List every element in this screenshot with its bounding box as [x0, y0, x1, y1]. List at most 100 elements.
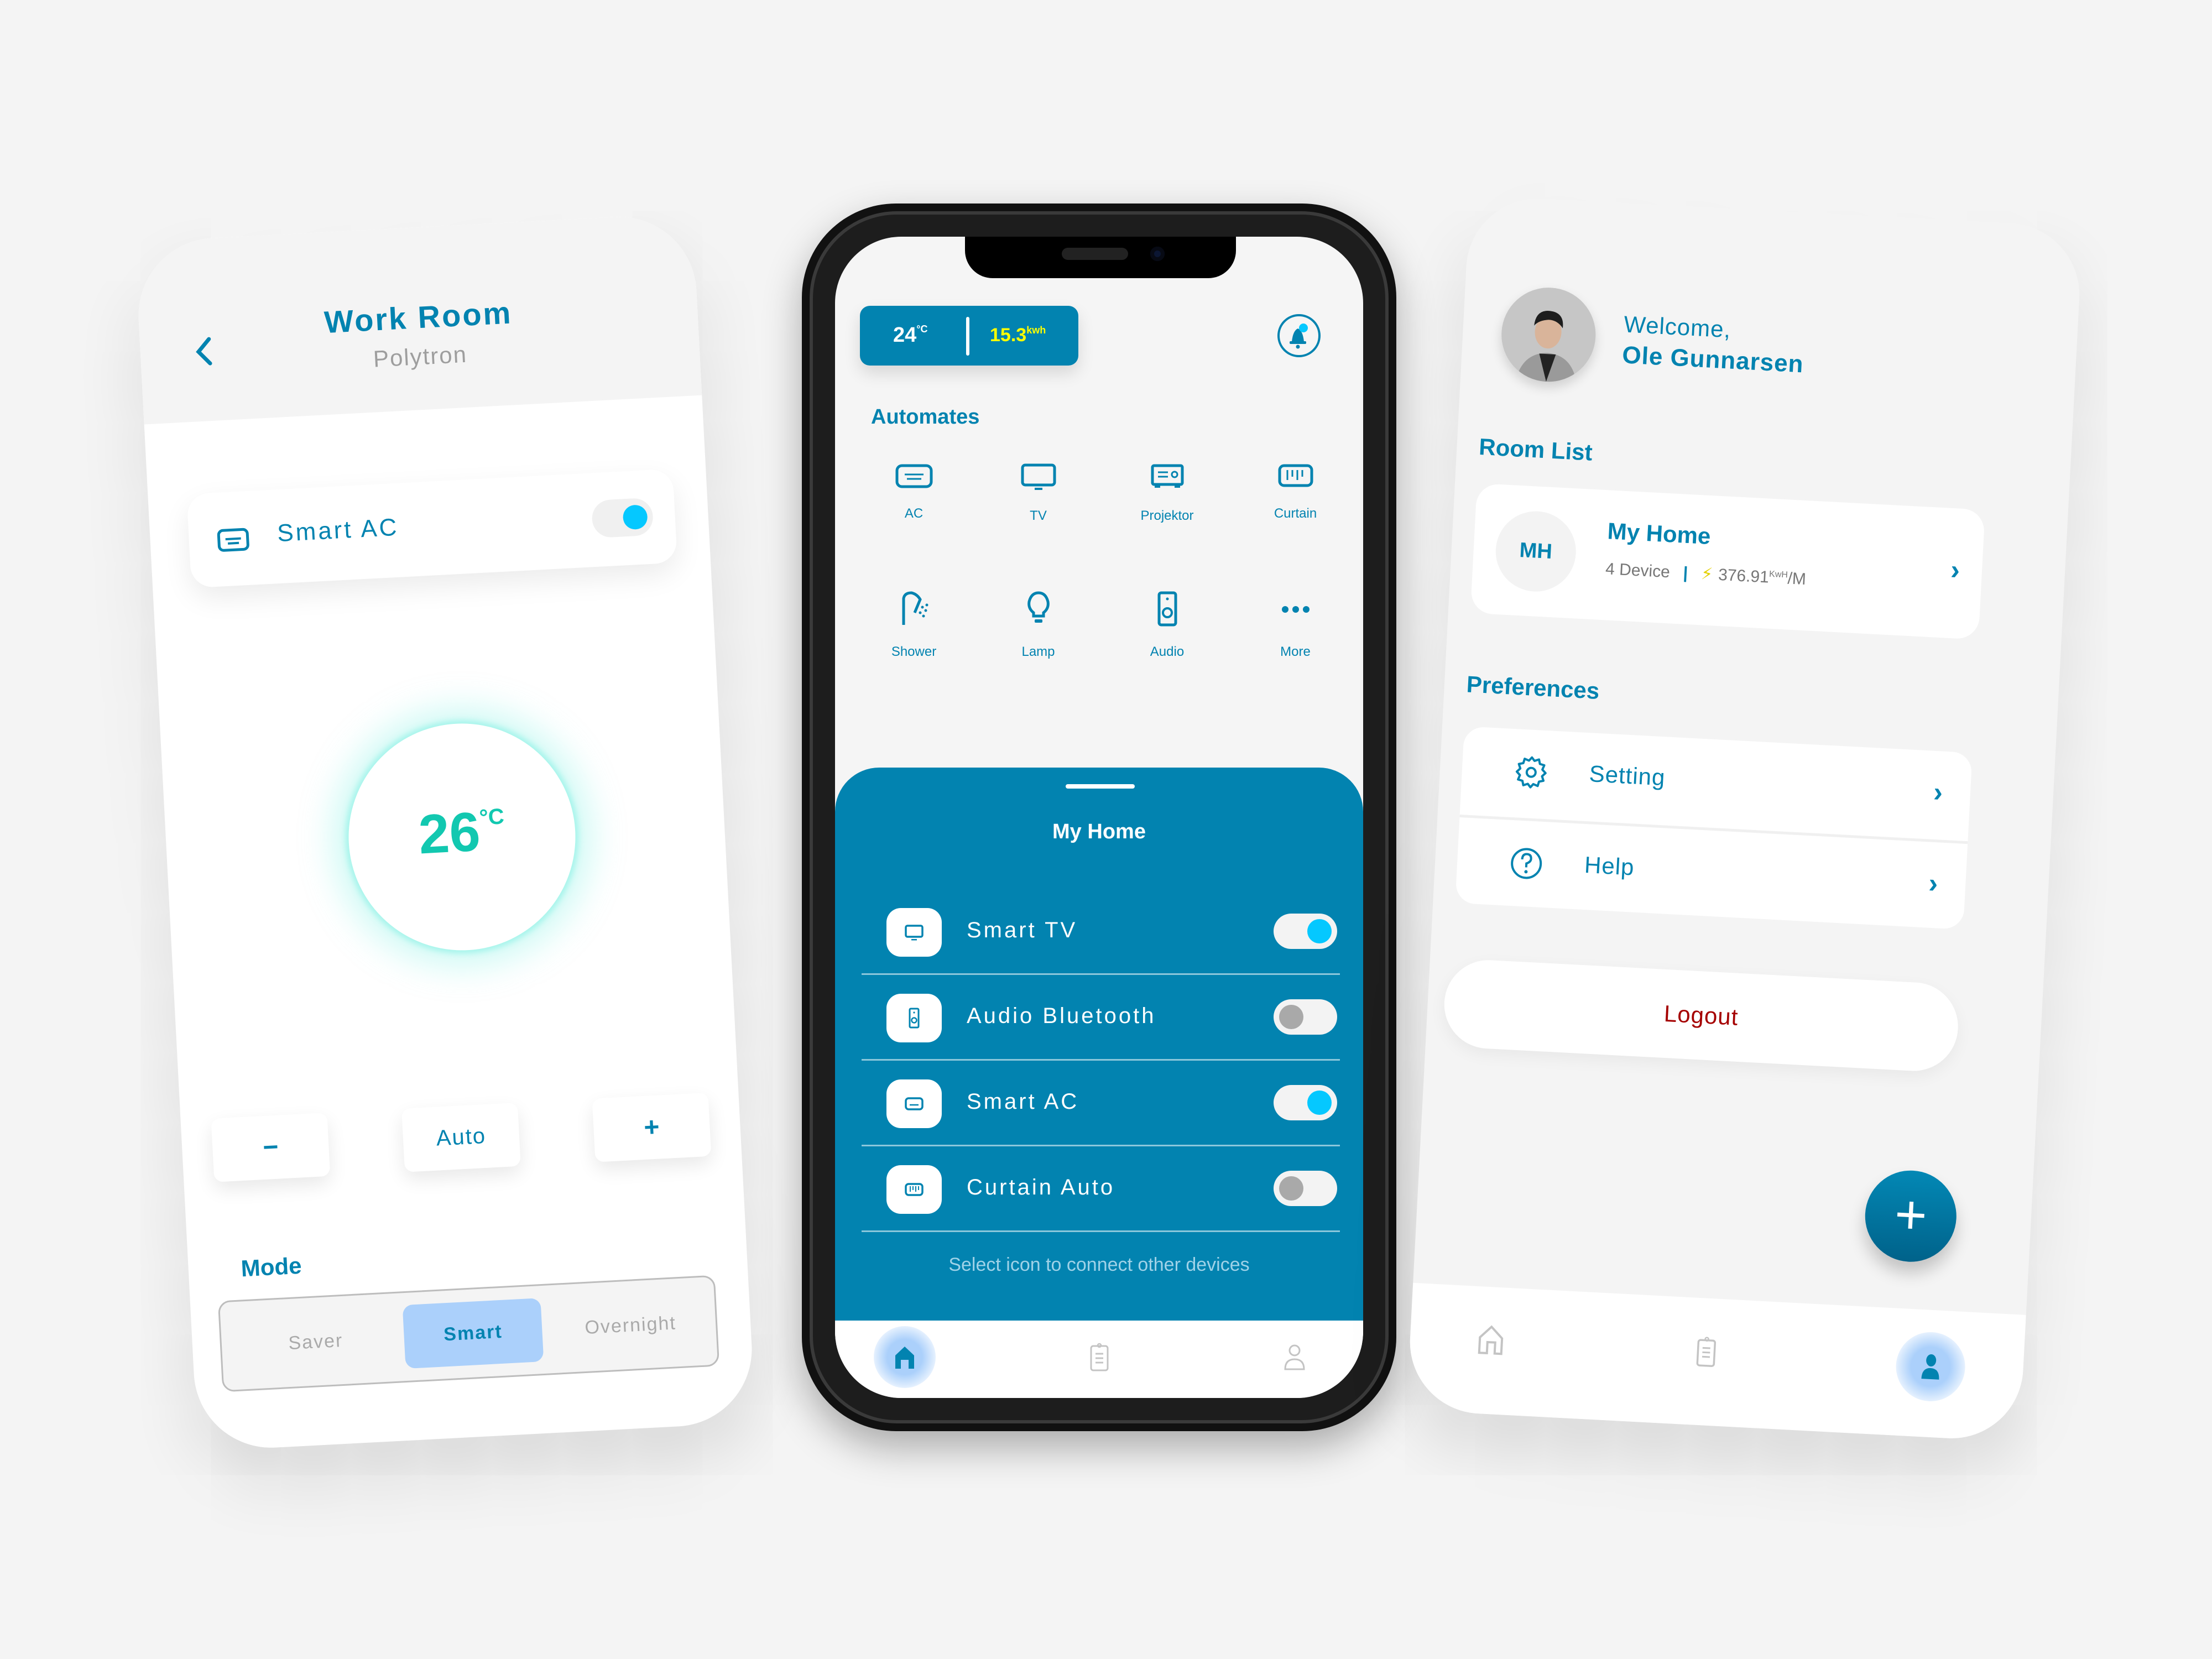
phone-frame: 24°C 15.3kwh Automates AC TV Projektor C… — [802, 204, 1396, 1431]
increase-temp-button[interactable]: + — [592, 1092, 712, 1162]
automate-label: Shower — [891, 644, 937, 659]
separator: | — [1682, 564, 1689, 582]
mode-selector: Saver Smart Overnight — [217, 1275, 720, 1392]
device-toggle[interactable] — [1274, 1085, 1337, 1120]
decrease-temp-button[interactable]: − — [211, 1112, 331, 1182]
toggle-knob — [622, 504, 648, 530]
phone-notch — [965, 237, 1236, 278]
my-home-sheet: My Home Smart TV Audio Bluetooth Smart A… — [835, 768, 1363, 1321]
home-icon — [1478, 1325, 1504, 1355]
preferences-title: Preferences — [1465, 671, 1600, 704]
preferences-card: Setting › Help › — [1455, 726, 1973, 930]
device-row: Smart TV — [862, 889, 1340, 975]
speaker-icon — [909, 1008, 920, 1029]
automates-title: Automates — [871, 405, 980, 429]
device-toggle[interactable] — [1274, 999, 1337, 1035]
room-list-title: Room List — [1478, 433, 1593, 466]
ac-icon — [217, 528, 249, 552]
automate-label: Audio — [1150, 644, 1185, 659]
nav-home[interactable] — [1458, 1307, 1524, 1373]
room-device-count: 4 Device — [1605, 560, 1671, 582]
room-energy-unit: KwH — [1768, 569, 1788, 580]
shower-icon — [902, 591, 928, 625]
home-screen: 24°C 15.3kwh Automates AC TV Projektor C… — [835, 237, 1363, 1398]
user-name: Ole Gunnarsen — [1621, 341, 1804, 378]
automate-label: AC — [904, 506, 924, 521]
clipboard-icon — [1090, 1343, 1109, 1371]
auto-mode-button[interactable]: Auto — [401, 1102, 521, 1172]
work-room-screen: Work Room Polytron Smart AC 26°C − Auto … — [134, 213, 756, 1452]
chevron-right-icon: › — [1932, 776, 1944, 808]
automate-shower[interactable]: Shower — [852, 591, 976, 660]
connect-hint: Select icon to connect other devices — [948, 1254, 1250, 1275]
automate-lamp[interactable]: Lamp — [976, 591, 1100, 660]
chevron-right-icon: › — [1949, 554, 1961, 586]
nav-profile[interactable] — [1894, 1330, 1967, 1404]
energy-unit: kwh — [1026, 325, 1046, 336]
clipboard-icon — [1696, 1337, 1717, 1367]
automate-label: Projektor — [1140, 508, 1194, 523]
curtain-icon — [1278, 464, 1313, 487]
device-label: Smart AC — [276, 513, 400, 547]
welcome-text: Welcome, — [1623, 311, 1732, 343]
room-energy-period: /M — [1787, 569, 1807, 589]
energy-usage: 15.3 — [990, 325, 1027, 346]
temperature-dial[interactable]: 26°C — [343, 717, 581, 956]
room-temperature: 24 — [893, 324, 917, 347]
device-row: Smart AC — [862, 1061, 1340, 1146]
bell-icon — [1290, 324, 1308, 349]
device-toggle[interactable] — [1274, 914, 1337, 949]
mode-option-saver[interactable]: Saver — [231, 1293, 401, 1390]
device-label: Smart TV — [967, 918, 1078, 942]
automate-ac[interactable]: AC — [852, 463, 976, 521]
front-camera — [1150, 247, 1165, 261]
device-toggle[interactable] — [1274, 1171, 1337, 1206]
ac-icon — [895, 464, 932, 488]
bottom-nav — [835, 1321, 1363, 1398]
tv-icon — [1021, 463, 1056, 490]
mode-option-smart[interactable]: Smart — [402, 1298, 544, 1369]
tv-icon — [905, 925, 924, 941]
automate-more[interactable]: More — [1233, 591, 1358, 660]
user-avatar[interactable] — [1499, 285, 1598, 384]
nav-home[interactable] — [874, 1326, 936, 1388]
speaker-icon — [1157, 591, 1177, 627]
automate-audio[interactable]: Audio — [1105, 591, 1229, 660]
add-room-button[interactable]: + — [1863, 1168, 1959, 1264]
device-row: Curtain Auto — [862, 1146, 1340, 1232]
nav-clipboard[interactable] — [1674, 1319, 1739, 1384]
automate-curtain[interactable]: Curtain — [1233, 463, 1358, 521]
device-card: Smart AC — [186, 468, 678, 588]
home-icon — [895, 1347, 914, 1369]
automate-label: TV — [1030, 508, 1047, 523]
room-initials: MH — [1494, 509, 1578, 594]
help-icon — [1511, 848, 1542, 879]
device-label: Smart AC — [967, 1089, 1079, 1114]
device-power-toggle[interactable] — [591, 497, 654, 539]
nav-clipboard[interactable] — [1068, 1326, 1130, 1388]
temperature-value: 26 — [417, 800, 482, 866]
nav-profile[interactable] — [1264, 1326, 1326, 1388]
bottom-nav — [1406, 1282, 2026, 1442]
notification-button[interactable] — [1277, 314, 1321, 357]
device-label: Audio Bluetooth — [967, 1004, 1156, 1028]
gear-icon — [1515, 756, 1547, 789]
automate-projector[interactable]: Projektor — [1105, 463, 1229, 524]
pref-label: Setting — [1588, 760, 1666, 791]
ac-icon — [905, 1097, 924, 1110]
logout-button[interactable]: Logout — [1442, 958, 1960, 1073]
more-icon — [1281, 606, 1310, 613]
automate-label: Curtain — [1274, 506, 1317, 521]
sheet-title: My Home — [1052, 820, 1146, 843]
speaker-grille — [1062, 248, 1128, 260]
room-card[interactable]: MH My Home 4 Device | ⚡ 376.91KwH/M › — [1470, 483, 1985, 640]
chevron-right-icon: › — [1928, 867, 1939, 899]
mode-option-overnight[interactable]: Overnight — [545, 1277, 716, 1373]
automate-tv[interactable]: TV — [976, 463, 1100, 524]
mode-label: Mode — [240, 1252, 302, 1282]
projector-icon — [1151, 464, 1183, 488]
sheet-drag-handle[interactable] — [1066, 784, 1135, 789]
profile-screen: Welcome, Ole Gunnarsen Room List MH My H… — [1406, 195, 2083, 1442]
status-card[interactable]: 24°C 15.3kwh — [860, 306, 1078, 366]
curtain-icon — [905, 1183, 924, 1196]
